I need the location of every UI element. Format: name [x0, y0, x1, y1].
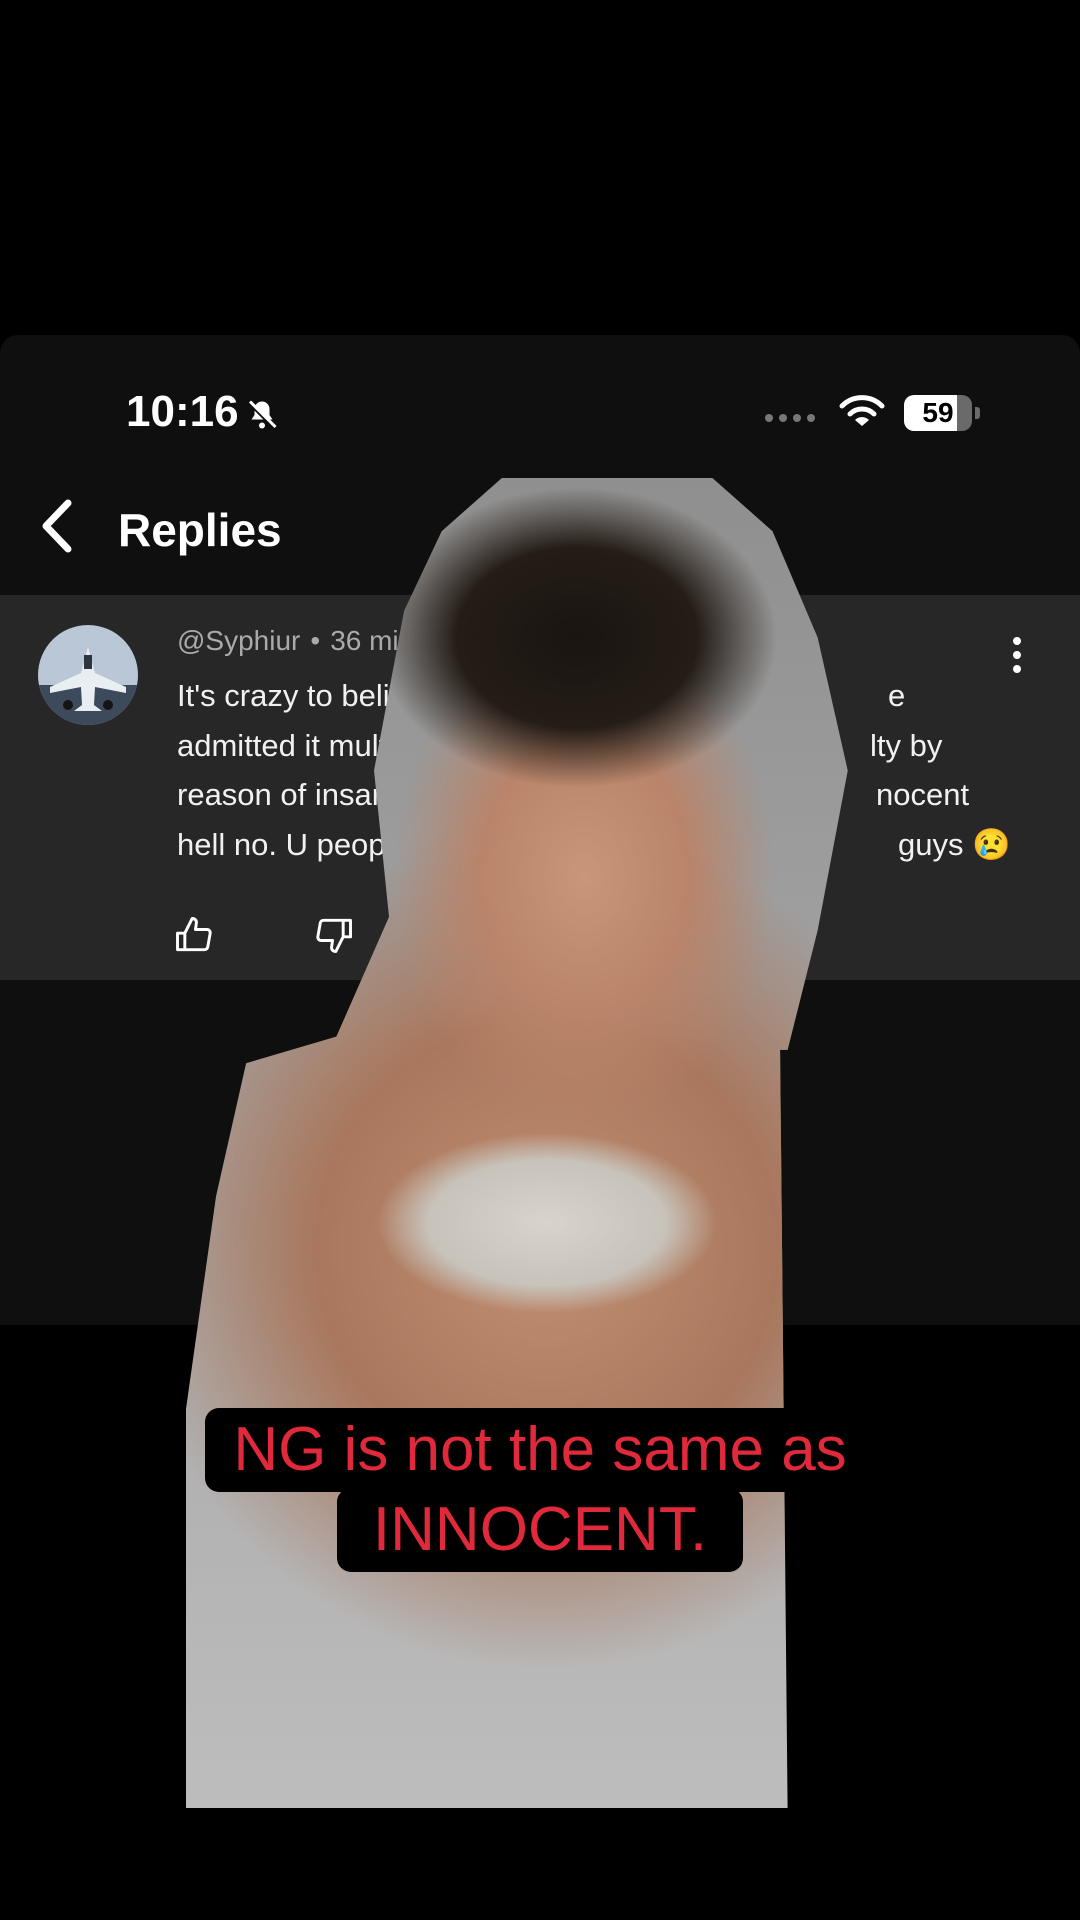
caption-line-2: INNOCENT. [336, 1488, 744, 1572]
avatar[interactable] [38, 625, 138, 725]
battery-indicator: 59 [904, 395, 980, 431]
battery-level: 59 [904, 395, 972, 431]
chevron-left-icon[interactable] [36, 495, 78, 557]
comment-fragment: nocent [876, 777, 970, 812]
meta-separator: • [310, 625, 321, 656]
comment-fragment: lty by [870, 727, 943, 763]
more-vertical-icon[interactable] [1004, 635, 1030, 675]
comment-right-fragments: e lty by nocent guys 😢 [868, 671, 1048, 869]
signal-dots-icon [765, 414, 815, 422]
thumb-down-icon[interactable] [312, 913, 356, 957]
comment-fragment: guys 😢 [898, 826, 1011, 862]
wifi-icon [839, 395, 885, 426]
status-time: 10:16 [126, 387, 239, 436]
crying-emoji: 😢 [972, 826, 1011, 862]
comment-username[interactable]: @Syphiur [177, 625, 300, 656]
thumb-up-icon[interactable] [172, 913, 216, 957]
battery-cap [975, 407, 980, 419]
comment-fragment: e [888, 678, 906, 713]
bell-slash-icon [246, 399, 278, 431]
video-caption: NG is not the same as INNOCENT. [0, 1408, 1080, 1572]
page-title: Replies [118, 504, 282, 556]
jet-avatar-image [38, 625, 138, 725]
caption-line-1: NG is not the same as [205, 1408, 875, 1492]
status-bar: 10:16 59 [0, 335, 1080, 455]
